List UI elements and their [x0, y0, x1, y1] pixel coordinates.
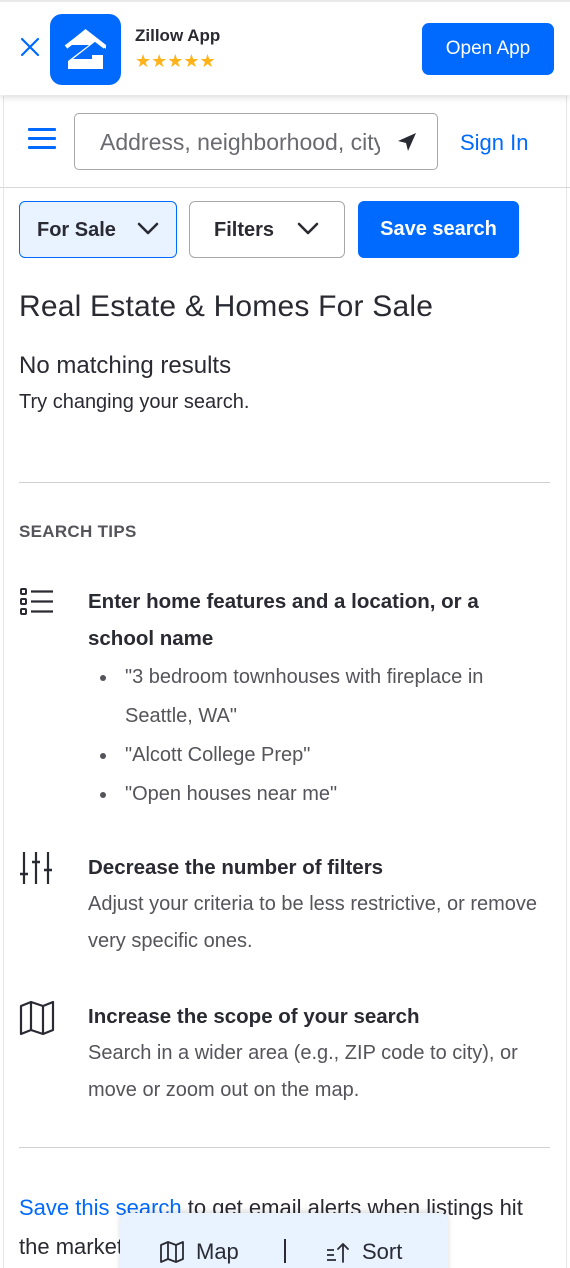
location-arrow-icon[interactable] — [395, 130, 419, 154]
tip-text: Adjust your criteria to be less restrict… — [88, 893, 538, 952]
filters-dropdown[interactable]: Filters — [189, 201, 345, 258]
save-search-button[interactable]: Save search — [358, 201, 519, 258]
sort-icon — [327, 1243, 349, 1263]
list-icon — [20, 588, 53, 615]
tip-title: Decrease the number of filters — [88, 856, 384, 879]
list-item: "Open houses near me" — [88, 775, 548, 814]
map-button-label: Map — [196, 1239, 239, 1264]
open-app-button[interactable]: Open App — [422, 23, 554, 75]
sort-button-label: Sort — [362, 1239, 403, 1264]
list-item: "3 bedroom townhouses with fireplace in … — [88, 658, 548, 736]
list-item: "Alcott College Prep" — [88, 736, 548, 775]
map-sort-bar: Map Sort — [120, 1213, 448, 1268]
frame-border-right — [566, 96, 567, 1268]
map-icon — [19, 1000, 55, 1036]
tip-text: Search in a wider area (e.g., ZIP code t… — [88, 1042, 518, 1101]
no-results-heading: No matching results — [19, 352, 232, 379]
divider — [19, 482, 550, 483]
filters-label: Filters — [214, 219, 275, 241]
rating-stars-icon: ★★★★★ — [135, 51, 216, 71]
tip-title: Enter home features and a location, or a… — [88, 590, 479, 650]
app-name: Zillow App — [135, 26, 221, 45]
sign-in-link[interactable]: Sign In — [460, 130, 529, 156]
frame-border-left — [3, 96, 4, 1268]
tip-examples-list: "3 bedroom townhouses with fireplace in … — [88, 658, 548, 814]
chevron-down-icon — [297, 222, 319, 235]
sliders-icon — [20, 852, 52, 884]
for-sale-label: For Sale — [37, 219, 116, 241]
no-results-hint: Try changing your search. — [19, 391, 250, 413]
search-input[interactable] — [100, 128, 380, 156]
close-icon[interactable] — [20, 37, 40, 57]
search-tips-heading: SEARCH TIPS — [19, 522, 137, 541]
page-title: Real Estate & Homes For Sale — [19, 290, 434, 323]
menu-icon[interactable] — [28, 128, 56, 150]
chevron-down-icon — [137, 222, 159, 235]
divider — [19, 1147, 550, 1148]
sort-button[interactable]: Sort — [326, 1239, 402, 1265]
zillow-logo-icon — [50, 14, 121, 85]
separator — [284, 1239, 286, 1263]
search-box[interactable] — [74, 113, 438, 170]
for-sale-dropdown[interactable]: For Sale — [19, 201, 177, 258]
tip-title: Increase the scope of your search — [88, 1005, 420, 1028]
map-icon — [160, 1241, 184, 1263]
app-install-banner: Zillow App ★★★★★ Open App — [0, 0, 570, 95]
map-button[interactable]: Map — [160, 1239, 239, 1265]
